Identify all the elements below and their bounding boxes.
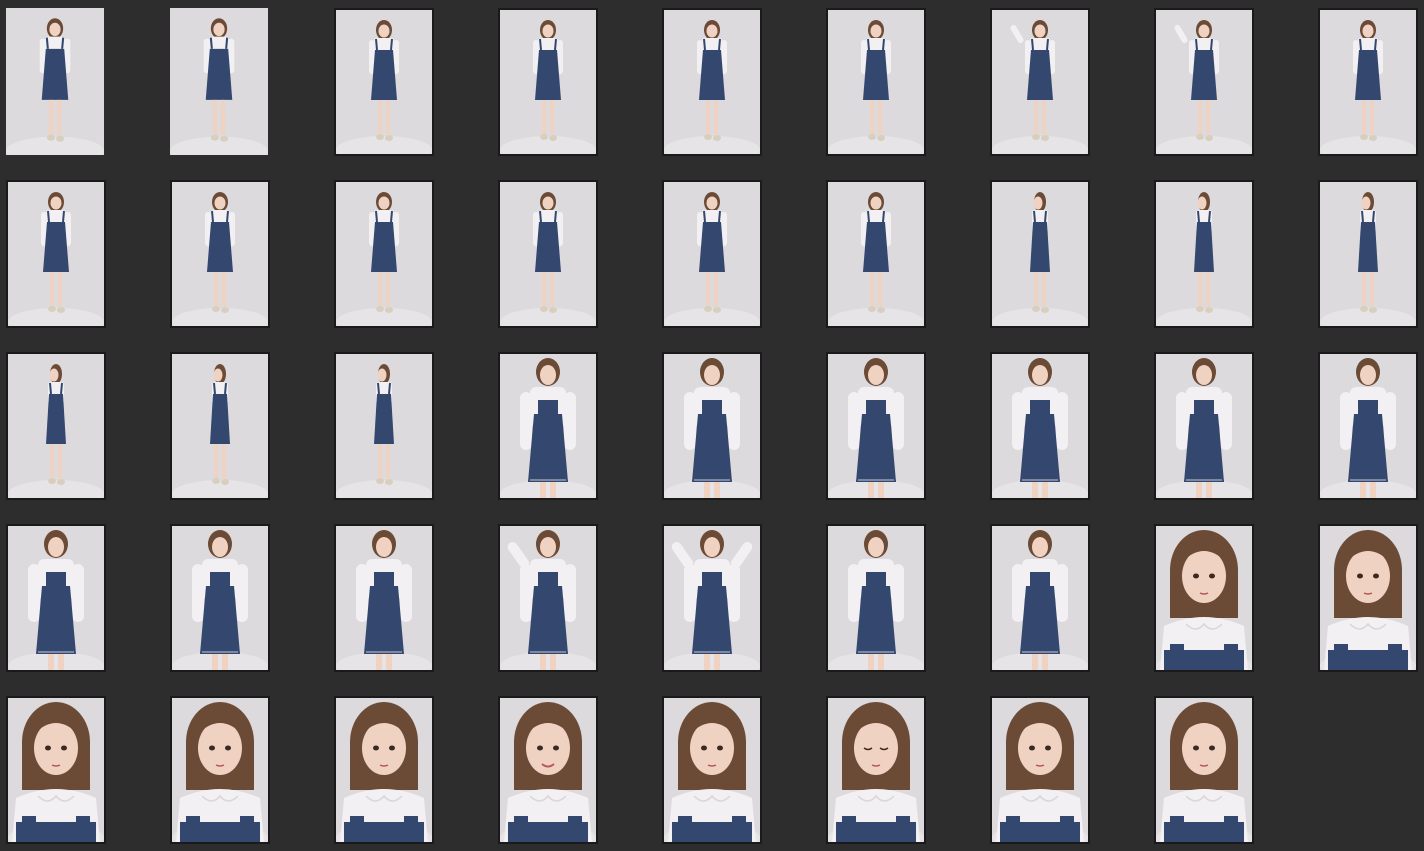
photo-thumbnail[interactable] (498, 524, 598, 672)
photo-image (828, 354, 924, 498)
photo-image (8, 698, 104, 842)
photo-thumbnail[interactable] (990, 180, 1090, 328)
photo-image (992, 698, 1088, 842)
photo-thumbnail[interactable] (990, 696, 1090, 844)
photo-image (500, 10, 596, 154)
photo-image (500, 182, 596, 326)
photo-thumbnail[interactable] (1154, 696, 1254, 844)
photo-thumbnail[interactable] (334, 524, 434, 672)
photo-thumbnail[interactable] (826, 524, 926, 672)
photo-image (6, 8, 104, 155)
thumbnail-grid (0, 0, 1424, 851)
photo-thumbnail[interactable] (170, 180, 270, 328)
photo-thumbnail[interactable] (170, 524, 270, 672)
photo-thumbnail[interactable] (6, 180, 106, 328)
photo-thumbnail[interactable] (990, 352, 1090, 500)
photo-thumbnail[interactable] (1154, 180, 1254, 328)
photo-image (1156, 10, 1252, 154)
photo-image (8, 182, 104, 326)
photo-thumbnail[interactable] (990, 8, 1090, 156)
photo-thumbnail[interactable] (498, 8, 598, 156)
photo-image (664, 354, 760, 498)
photo-thumbnail[interactable] (498, 352, 598, 500)
photo-image (828, 526, 924, 670)
photo-thumbnail[interactable] (1154, 524, 1254, 672)
photo-thumbnail[interactable] (1318, 8, 1418, 156)
photo-image (1320, 10, 1416, 154)
photo-thumbnail[interactable] (334, 180, 434, 328)
photo-thumbnail[interactable] (334, 696, 434, 844)
photo-image (1156, 526, 1252, 670)
photo-thumbnail[interactable] (1154, 8, 1254, 156)
photo-thumbnail[interactable] (1318, 352, 1418, 500)
photo-image (500, 698, 596, 842)
photo-image (1156, 698, 1252, 842)
photo-thumbnail[interactable] (6, 8, 104, 155)
photo-image (664, 698, 760, 842)
photo-image (172, 354, 268, 498)
photo-image (172, 698, 268, 842)
photo-thumbnail[interactable] (826, 352, 926, 500)
photo-thumbnail[interactable] (498, 180, 598, 328)
photo-thumbnail[interactable] (6, 696, 106, 844)
photo-image (336, 526, 432, 670)
photo-thumbnail[interactable] (6, 352, 106, 500)
photo-thumbnail[interactable] (826, 8, 926, 156)
photo-image (992, 10, 1088, 154)
photo-image (170, 8, 268, 155)
photo-image (1320, 182, 1416, 326)
photo-thumbnail[interactable] (170, 696, 270, 844)
photo-image (336, 698, 432, 842)
photo-image (336, 354, 432, 498)
photo-thumbnail[interactable] (662, 524, 762, 672)
photo-image (500, 354, 596, 498)
photo-thumbnail[interactable] (662, 352, 762, 500)
photo-image (828, 698, 924, 842)
photo-image (1320, 354, 1416, 498)
photo-image (828, 10, 924, 154)
photo-image (664, 10, 760, 154)
photo-image (1156, 182, 1252, 326)
photo-thumbnail[interactable] (334, 8, 434, 156)
photo-image (336, 182, 432, 326)
photo-image (828, 182, 924, 326)
photo-thumbnail[interactable] (662, 696, 762, 844)
photo-thumbnail[interactable] (662, 8, 762, 156)
photo-thumbnail[interactable] (1318, 180, 1418, 328)
photo-image (8, 526, 104, 670)
photo-image (500, 526, 596, 670)
photo-thumbnail[interactable] (334, 352, 434, 500)
photo-image (992, 182, 1088, 326)
photo-image (8, 354, 104, 498)
photo-image (664, 182, 760, 326)
photo-thumbnail[interactable] (170, 352, 270, 500)
photo-image (664, 526, 760, 670)
photo-thumbnail[interactable] (826, 696, 926, 844)
photo-thumbnail[interactable] (170, 8, 268, 155)
photo-thumbnail[interactable] (990, 524, 1090, 672)
photo-thumbnail[interactable] (1318, 524, 1418, 672)
photo-image (1320, 526, 1416, 670)
photo-thumbnail[interactable] (662, 180, 762, 328)
photo-thumbnail[interactable] (6, 524, 106, 672)
photo-image (336, 10, 432, 154)
photo-image (1156, 354, 1252, 498)
photo-image (992, 526, 1088, 670)
photo-thumbnail[interactable] (826, 180, 926, 328)
photo-thumbnail[interactable] (1154, 352, 1254, 500)
photo-image (172, 526, 268, 670)
photo-thumbnail[interactable] (498, 696, 598, 844)
photo-image (172, 182, 268, 326)
photo-image (992, 354, 1088, 498)
